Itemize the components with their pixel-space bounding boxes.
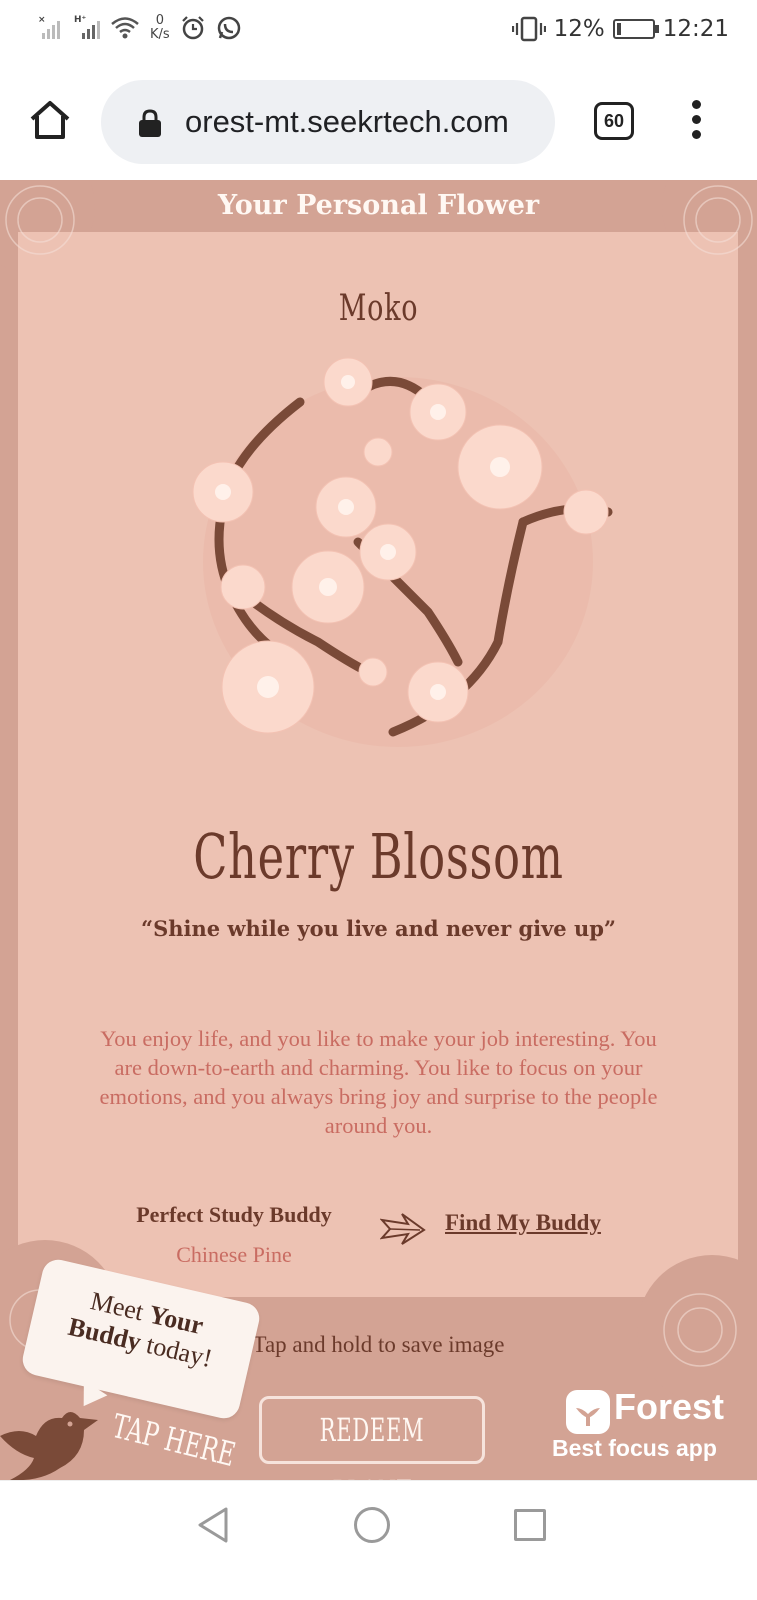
flower-result-page: Your Personal Flower Moko Cherry Blossom… [0, 180, 757, 1510]
cherry-blossom-illustration [192, 357, 613, 747]
status-left: × H⁺ 0 K/s [38, 14, 242, 42]
battery-percent: 12% [553, 16, 605, 42]
address-bar[interactable]: orest-mt.seekrtech.com [101, 80, 555, 164]
menu-dots-icon[interactable] [688, 100, 704, 144]
flower-quote: “Shine while you live and never give up” [140, 916, 617, 941]
url-text[interactable]: orest-mt.seekrtech.com [185, 80, 509, 164]
back-icon[interactable] [196, 1505, 230, 1545]
bubble-text-today: today! [137, 1328, 215, 1374]
study-buddy-label: Perfect Study Buddy [136, 1202, 332, 1227]
home-icon[interactable] [28, 98, 72, 142]
battery-fill [616, 23, 621, 35]
tab-switcher-button[interactable]: 60 [594, 102, 634, 140]
flower-name: Cherry Blossom [193, 820, 564, 893]
net-speed-unit: K/s [150, 27, 170, 42]
browser-toolbar: orest-mt.seekrtech.com 60 [0, 62, 757, 180]
signal-hplus-icon: H⁺ [74, 15, 100, 41]
bird-icon[interactable] [0, 1396, 100, 1486]
home-nav-icon[interactable] [354, 1507, 390, 1543]
find-my-buddy-link[interactable]: Find My Buddy [445, 1210, 601, 1236]
net-speed-value: 0 [155, 13, 164, 28]
arrow-icon [380, 1213, 426, 1245]
forest-logo-icon [566, 1390, 610, 1434]
signal-icon: × [38, 15, 64, 41]
user-name: Moko [338, 288, 419, 329]
personality-description: You enjoy life, and you like to make you… [99, 1026, 658, 1138]
lock-icon [139, 109, 161, 137]
page-title: Your Personal Flower [217, 190, 540, 221]
clock: 12:21 [662, 16, 729, 42]
recent-apps-icon[interactable] [514, 1509, 546, 1541]
status-bar: × H⁺ 0 K/s 12% 12:21 [0, 0, 757, 62]
vibrate-icon [511, 16, 546, 42]
study-buddy-value: Chinese Pine [176, 1242, 292, 1267]
forest-brand-name: Forest [614, 1386, 725, 1427]
forest-tagline: Best focus app [552, 1435, 717, 1461]
battery-charging-icon [612, 19, 659, 39]
redeem-plant-button[interactable]: REDEEM PLANT [259, 1396, 485, 1510]
whatsapp-icon [217, 16, 240, 40]
wifi-icon [111, 17, 139, 39]
system-navigation-bar [0, 1480, 757, 1600]
net-speed: 0 K/s [150, 14, 170, 42]
status-right: 12% 12:21 [511, 16, 729, 42]
alarm-icon [181, 16, 204, 40]
